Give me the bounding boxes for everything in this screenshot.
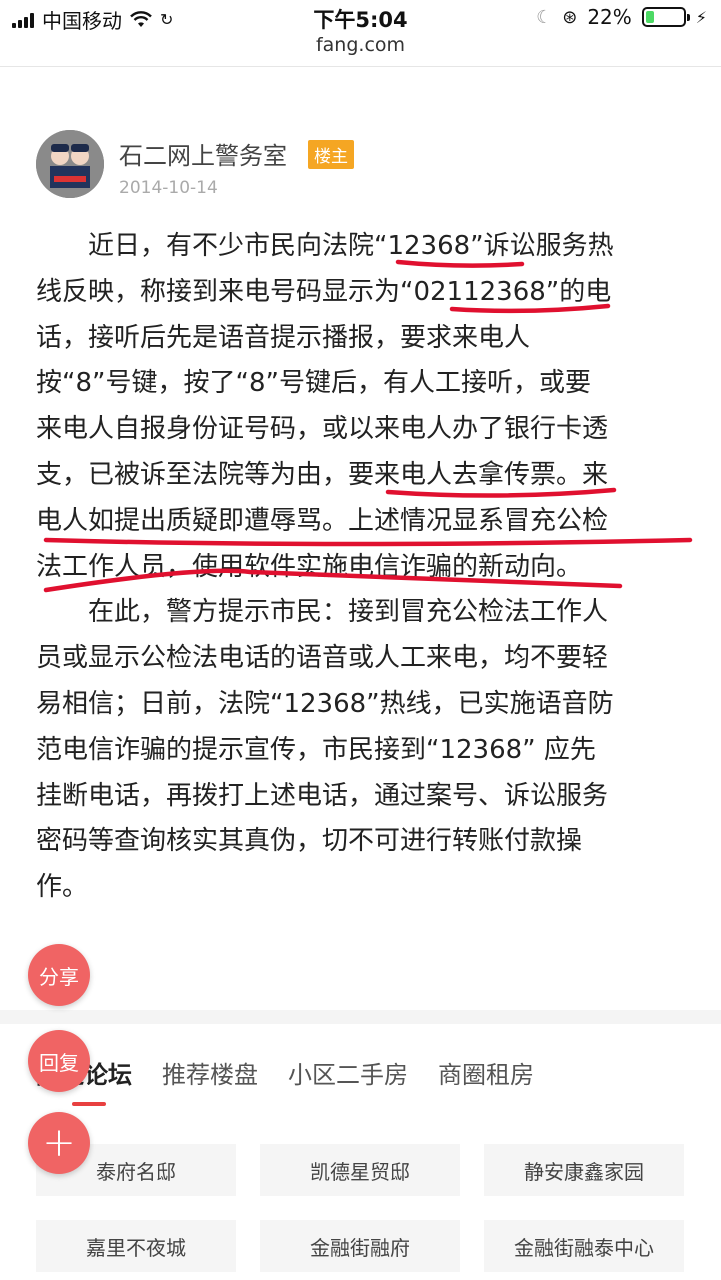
charging-icon: ⚡ [695,7,707,27]
property-chip[interactable]: 金融街融府 [260,1220,460,1272]
post-body: 近日，有不少市民向法院“12368”诉讼服务热 线反映，称接到来电号码显示为“0… [36,224,696,911]
post-date: 2014-10-14 [119,178,218,198]
status-bar: 中国移动 ↻ 下午5:04 ☾ ⊛ 22% ⚡ [0,0,721,36]
avatar-image [36,130,104,198]
text-line: 法工作人员，使用软件实施电信诈骗的新动向。 [36,551,583,582]
property-grid: 泰府名邸 凯德星贸邸 静安康鑫家园 嘉里不夜城 金融街融府 金融街融泰中心 [36,1144,684,1272]
text-line: 线反映，称接到来电号码显示为“02112368”的电 [36,276,612,307]
text-line: 电人如提出质疑即遭辱骂。上述情况显系冒充公检 [36,505,609,536]
battery-percent: 22% [587,5,632,29]
avatar[interactable] [36,130,104,198]
tab-recommended-buildings[interactable]: 推荐楼盘 [162,1055,258,1090]
text-line: 员或显示公检法电话的语音或人工来电，均不要轻 [36,643,609,674]
text-line: 作。 [36,872,89,903]
url-bar[interactable]: fang.com [0,34,721,56]
text-line: 易相信；日前，法院“12368”热线，已实施语音防 [36,688,614,719]
property-chip[interactable]: 金融街融泰中心 [484,1220,684,1272]
tab-resale-housing[interactable]: 小区二手房 [288,1055,408,1090]
property-chip[interactable]: 凯德星贸邸 [260,1144,460,1196]
moon-icon: ☾ [536,6,553,28]
op-badge: 楼主 [308,140,354,169]
share-button[interactable]: 分享 [28,944,90,1006]
add-button[interactable]: + [28,1112,90,1174]
text-line: 密码等查询核实其真伪，切不可进行转账付款操 [36,826,583,857]
text-line: 近日，有不少市民向法院“12368”诉讼服务热 [88,231,614,261]
reply-button[interactable]: 回复 [28,1030,90,1092]
text-line: 在此，警方提示市民：接到冒充公检法工作人 [88,597,609,628]
divider [0,66,721,67]
tab-rentals[interactable]: 商圈租房 [438,1055,534,1090]
text-line: 来电人自报身份证号码，或以来电人办了银行卡透 [36,414,609,445]
section-divider [0,1010,721,1024]
author-name[interactable]: 石二网上警务室 [119,136,287,171]
battery-icon [641,7,690,27]
text-line: 范电信诈骗的提示宣传，市民接到“12368” 应先 [36,734,596,765]
orientation-lock-icon: ⊛ [562,6,578,28]
paragraph-1: 近日，有不少市民向法院“12368”诉讼服务热 线反映，称接到来电号码显示为“0… [36,224,696,590]
text-line: 挂断电话，再拨打上述电话，通过案号、诉讼服务 [36,780,609,811]
text-line: 话，接听后先是语音提示播报，要求来电人 [36,322,531,353]
active-tab-indicator [72,1102,106,1106]
property-chip[interactable]: 嘉里不夜城 [36,1220,236,1272]
property-chip[interactable]: 静安康鑫家园 [484,1144,684,1196]
text-line: 支，已被诉至法院等为由，要来电人去拿传票。来 [36,459,609,490]
text-line: 按“8”号键，按了“8”号键后，有人工接听，或要 [36,368,591,399]
tab-bar: 附近论坛 推荐楼盘 小区二手房 商圈租房 [36,1055,534,1090]
paragraph-2: 在此，警方提示市民：接到冒充公检法工作人 员或显示公检法电话的语音或人工来电，均… [36,590,696,911]
